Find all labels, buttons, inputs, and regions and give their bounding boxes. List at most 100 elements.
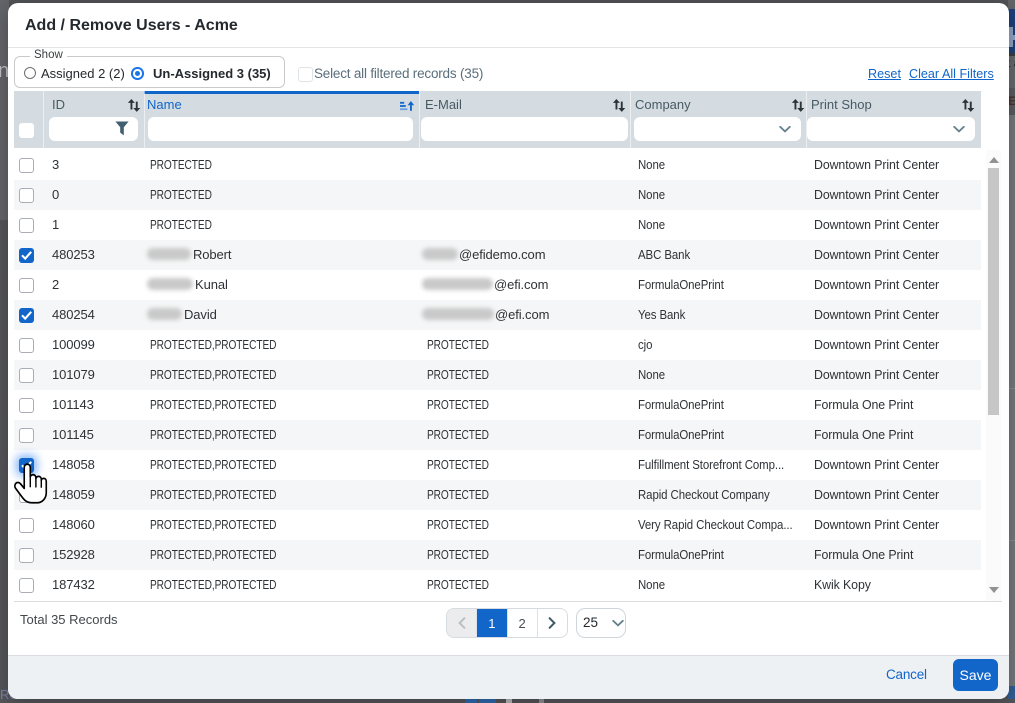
column-header-name[interactable]: Name <box>147 97 182 112</box>
filter-funnel-icon[interactable] <box>115 121 129 136</box>
cell-name: David <box>150 300 217 330</box>
cell-company: FormulaOnePrint <box>638 420 735 450</box>
cell-name: PROTECTED,PROTECTED <box>150 330 312 360</box>
cell-print-shop: Formula One Print <box>814 420 919 450</box>
row-checkbox[interactable] <box>19 518 34 533</box>
cell-print-shop: Downtown Print Center <box>814 450 946 480</box>
cell-print-shop: Downtown Print Center <box>814 300 946 330</box>
filter-select-company[interactable] <box>634 117 801 141</box>
reset-link[interactable]: Reset <box>868 66 901 81</box>
column-header-id[interactable]: ID <box>52 97 65 112</box>
row-checkbox[interactable] <box>19 338 34 353</box>
row-checkbox[interactable] <box>19 278 34 293</box>
select-all-label[interactable]: Select all filtered records (35) <box>314 66 483 81</box>
cell-id: 187432 <box>52 570 95 600</box>
backdrop-text-fragment: t a <box>1008 56 1015 70</box>
table-row: 480253Robert@efidemo.comABC BankDowntown… <box>14 240 981 270</box>
cell-id: 2 <box>52 270 59 300</box>
column-header-shop[interactable]: Print Shop <box>811 97 872 112</box>
cell-id: 100099 <box>52 330 95 360</box>
page-size-select[interactable]: 25 <box>576 608 626 638</box>
row-checkbox[interactable] <box>19 398 34 413</box>
unassigned-radio-label[interactable]: Un-Assigned 3 (35) <box>153 66 271 81</box>
cell-email: PROTECTED <box>427 420 506 450</box>
sort-icon[interactable] <box>613 99 626 112</box>
save-button[interactable]: Save <box>953 659 998 691</box>
mouse-cursor-hand <box>13 463 49 507</box>
cell-company: Yes Bank <box>638 300 692 330</box>
scroll-down-arrow-icon[interactable] <box>989 587 999 593</box>
column-header-company[interactable]: Company <box>635 97 691 112</box>
row-checkbox[interactable] <box>19 188 34 203</box>
column-divider <box>630 91 631 148</box>
backdrop-fragment <box>1008 0 1015 9</box>
row-checkbox[interactable] <box>19 428 34 443</box>
page-2-button[interactable]: 2 <box>508 609 538 637</box>
cell-company: cjo <box>638 330 654 360</box>
scrollbar-thumb[interactable] <box>988 168 999 415</box>
table-header: ID Name E-Mail Company Print Shop <box>14 91 981 148</box>
column-divider <box>419 91 420 148</box>
table-row: 0PROTECTEDNoneDowntown Print Center <box>14 180 981 210</box>
cell-company: None <box>638 570 669 600</box>
row-checkbox[interactable] <box>19 248 34 263</box>
assigned-radio-label[interactable]: Assigned 2 (2) <box>41 66 125 81</box>
table-row: 100099PROTECTED,PROTECTEDPROTECTEDcjoDow… <box>14 330 981 360</box>
page-1-button[interactable]: 1 <box>477 609 507 637</box>
row-checkbox[interactable] <box>19 158 34 173</box>
cell-email: PROTECTED <box>427 510 506 540</box>
cell-company: FormulaOnePrint <box>638 390 735 420</box>
prev-page-button[interactable] <box>447 609 477 637</box>
column-divider <box>144 91 145 148</box>
dialog-title: Add / Remove Users - Acme <box>25 3 238 47</box>
next-page-button[interactable] <box>538 609 567 637</box>
cell-company: None <box>638 210 669 240</box>
redacted-text <box>422 308 494 320</box>
cell-company: None <box>638 180 669 210</box>
backdrop-fragment <box>539 699 544 703</box>
cell-name: PROTECTED <box>150 210 229 240</box>
sort-icon[interactable] <box>792 99 805 112</box>
cell-print-shop: Downtown Print Center <box>814 330 946 360</box>
total-records-label: Total 35 Records <box>20 612 118 627</box>
cell-name: PROTECTED,PROTECTED <box>150 450 312 480</box>
row-checkbox[interactable] <box>19 578 34 593</box>
cell-print-shop: Formula One Print <box>814 390 919 420</box>
backdrop-fragment <box>1008 686 1015 700</box>
cell-id: 152928 <box>52 540 95 570</box>
cell-print-shop: Downtown Print Center <box>814 360 946 390</box>
table-row: 148060PROTECTED,PROTECTEDPROTECTEDVery R… <box>14 510 981 540</box>
table-row: 148058PROTECTED,PROTECTEDPROTECTEDFulfil… <box>14 450 981 480</box>
sort-icon[interactable] <box>128 99 141 112</box>
vertical-scrollbar[interactable] <box>986 150 1001 601</box>
row-checkbox[interactable] <box>19 548 34 563</box>
cell-company: Fulfillment Storefront Comp... <box>638 450 804 480</box>
row-checkbox[interactable] <box>19 368 34 383</box>
filter-input-email[interactable] <box>421 117 628 141</box>
sort-ascending-icon[interactable] <box>400 101 415 111</box>
select-all-rows-checkbox[interactable] <box>19 123 34 138</box>
select-all-checkbox[interactable] <box>298 67 313 82</box>
column-divider <box>43 91 44 148</box>
cell-name: PROTECTED,PROTECTED <box>150 480 312 510</box>
cell-id: 101145 <box>52 420 94 450</box>
filter-select-shop[interactable] <box>807 117 975 141</box>
clear-all-filters-link[interactable]: Clear All Filters <box>909 66 994 81</box>
table-row: 1PROTECTEDNoneDowntown Print Center <box>14 210 981 240</box>
filter-input-id[interactable] <box>49 117 138 141</box>
cancel-button[interactable]: Cancel <box>886 656 927 694</box>
cell-company: FormulaOnePrint <box>638 270 735 300</box>
cell-email: @efi.com <box>427 300 549 330</box>
cell-email: PROTECTED <box>427 570 506 600</box>
assigned-radio[interactable] <box>24 67 36 79</box>
filter-input-name[interactable] <box>148 117 413 141</box>
cell-name: Robert <box>150 240 231 270</box>
column-header-email[interactable]: E-Mail <box>425 97 462 112</box>
sort-icon[interactable] <box>962 99 975 112</box>
cell-name: PROTECTED,PROTECTED <box>150 360 312 390</box>
scroll-up-arrow-icon[interactable] <box>989 157 999 163</box>
row-checkbox[interactable] <box>19 308 34 323</box>
unassigned-radio[interactable] <box>131 67 144 80</box>
row-checkbox[interactable] <box>19 218 34 233</box>
cell-email: PROTECTED <box>427 390 506 420</box>
